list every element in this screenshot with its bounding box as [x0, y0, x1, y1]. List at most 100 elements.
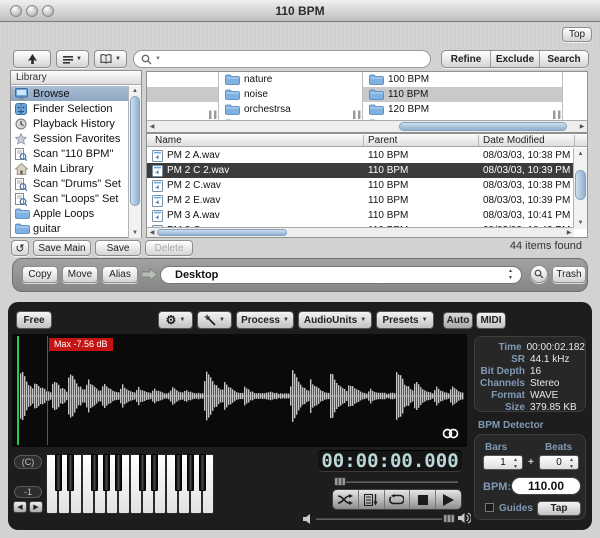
refine-button[interactable]: Refine — [442, 51, 490, 67]
guides-checkbox[interactable] — [485, 503, 494, 512]
header-divider[interactable] — [363, 135, 364, 146]
piano-black-key[interactable] — [55, 454, 62, 491]
browser-folder-nature[interactable]: nature — [219, 72, 362, 87]
search-input[interactable]: ▼ — [133, 50, 431, 68]
file-list-horizontal-scrollbar[interactable]: ◀ ▶ — [147, 227, 574, 237]
column-resize-handle[interactable]: ▌▌ — [209, 112, 219, 119]
exclude-button[interactable]: Exclude — [490, 51, 539, 67]
browser-folder-110-bpm[interactable]: 110 BPM — [363, 87, 562, 102]
close-window-icon[interactable] — [10, 5, 22, 17]
browser-folder-noise[interactable]: noise — [219, 87, 362, 102]
process-button[interactable]: Process ▼ — [236, 311, 294, 329]
sidebar-item-item[interactable] — [11, 236, 128, 238]
file-row-pm-2-c-wav[interactable]: PM 2 C.wav110 BPM08/03/03, 10:38 PM — [147, 178, 574, 193]
minimize-window-icon[interactable] — [26, 5, 38, 17]
sidebar-item-scan-loops-set[interactable]: Scan "Loops" Set — [11, 191, 128, 206]
scroll-down-icon[interactable]: ▼ — [574, 219, 587, 227]
scroll-up-icon[interactable]: ▲ — [574, 150, 587, 158]
shuffle-button[interactable] — [333, 490, 358, 509]
browser-row-empty[interactable] — [147, 72, 218, 87]
stereo-channels-icon[interactable] — [442, 428, 459, 439]
refresh-button[interactable]: ↺ — [11, 240, 29, 256]
piano-black-key[interactable] — [187, 454, 194, 491]
waveform-display[interactable]: Max -7.56 dB — [12, 334, 467, 447]
file-row-pm-2-c-2-wav[interactable]: PM 2 C 2.wav110 BPM08/03/03, 10:39 PM — [147, 163, 574, 178]
scroll-right-icon[interactable]: ▶ — [564, 228, 574, 237]
file-list-scrollbar[interactable]: ▲ ▼ — [573, 148, 587, 229]
sidebar-item-finder-selection[interactable]: Finder Selection — [11, 101, 128, 116]
playhead-marker[interactable] — [17, 336, 19, 445]
sidebar-item-playback-history[interactable]: Playback History — [11, 116, 128, 131]
sidebar-item-scan-drums-set[interactable]: Scan "Drums" Set — [11, 176, 128, 191]
search-button[interactable]: Search — [539, 51, 588, 67]
sidebar-item-main-library[interactable]: Main Library — [11, 161, 128, 176]
pointer-up-button[interactable] — [13, 50, 51, 68]
presets-button[interactable]: Presets ▼ — [376, 311, 434, 329]
browser-horizontal-scrollbar[interactable]: ◀ ▶ — [147, 120, 587, 132]
header-divider[interactable] — [478, 135, 479, 146]
delete-button[interactable]: Delete — [145, 240, 193, 256]
sidebar-item-guitar[interactable]: guitar — [11, 221, 128, 236]
volume-slider[interactable] — [316, 518, 442, 520]
scrollbar-thumb[interactable] — [157, 229, 287, 236]
bpm-field[interactable]: 110.00 — [511, 477, 581, 495]
file-row-pm-3-a-wav[interactable]: PM 3 A.wav110 BPM08/03/03, 10:41 PM — [147, 208, 574, 223]
midi-button[interactable]: MIDI — [476, 312, 506, 329]
audiounits-button[interactable]: AudioUnits ▼ — [298, 311, 372, 329]
bars-stepper[interactable]: 1 ▲▼ — [483, 455, 523, 470]
browser-row-empty[interactable] — [147, 102, 218, 117]
column-header-date-modified[interactable]: Date Modified — [483, 134, 545, 147]
free-button[interactable]: Free — [16, 311, 52, 329]
stop-button[interactable] — [409, 490, 435, 509]
playlist-button[interactable] — [358, 490, 384, 509]
sidebar-item-session-favorites[interactable]: Session Favorites — [11, 131, 128, 146]
piano-black-key[interactable] — [91, 454, 98, 491]
column-header-parent[interactable]: Parent — [368, 134, 397, 147]
copy-button[interactable]: Copy — [22, 266, 58, 283]
alias-button[interactable]: Alias — [102, 266, 138, 283]
file-row-pm-2-a-wav[interactable]: PM 2 A.wav110 BPM08/03/03, 10:38 PM — [147, 148, 574, 163]
save-main-button[interactable]: Save Main — [33, 240, 91, 256]
tools-button[interactable]: ▼ — [197, 311, 232, 329]
view-list-button[interactable]: ▼ — [56, 50, 89, 68]
browser-column-1[interactable] — [147, 72, 218, 122]
piano-black-key[interactable] — [103, 454, 110, 491]
scrollbar-thumb[interactable] — [130, 96, 140, 206]
save-button[interactable]: Save — [95, 240, 141, 256]
trash-button[interactable]: Trash — [552, 266, 586, 283]
scrollbar-thumb[interactable] — [575, 170, 586, 200]
scroll-left-icon[interactable]: ◀ — [147, 121, 157, 132]
scroll-down-icon[interactable]: ▼ — [129, 229, 141, 237]
piano-black-key[interactable] — [67, 454, 74, 491]
sidebar-item-scan-110-bpm[interactable]: Scan "110 BPM" — [11, 146, 128, 161]
piano-black-key[interactable] — [151, 454, 158, 491]
browser-folder-120-bpm[interactable]: 120 BPM — [363, 102, 562, 117]
top-button[interactable]: Top — [562, 27, 592, 42]
piano-black-key[interactable] — [199, 454, 206, 491]
column-resize-handle[interactable]: ▌▌ — [553, 112, 563, 119]
sidebar-item-browse[interactable]: Browse — [11, 86, 128, 101]
browser-folder-100-bpm[interactable]: 100 BPM — [363, 72, 562, 87]
browser-folder-orchestrsa[interactable]: orchestrsa — [219, 102, 362, 117]
volume-slider-thumb[interactable] — [443, 514, 455, 523]
column-resize-handle[interactable]: ▌▌ — [353, 112, 363, 119]
octave-up-button[interactable]: ▶ — [29, 501, 43, 513]
sidebar-scrollbar[interactable]: ▲ ▼ — [128, 86, 141, 238]
beats-stepper[interactable]: 0 ▲▼ — [539, 455, 579, 470]
key-reference-button[interactable]: (C) — [14, 455, 42, 469]
browser-row-empty-selected[interactable] — [147, 87, 218, 102]
file-row-pm-2-e-wav[interactable]: PM 2 E.wav110 BPM08/03/03, 10:39 PM — [147, 193, 574, 208]
piano-black-key[interactable] — [175, 454, 182, 491]
piano-black-key[interactable] — [139, 454, 146, 491]
auto-toggle-button[interactable]: Auto — [443, 312, 473, 329]
piano-black-key[interactable] — [115, 454, 122, 491]
loop-button[interactable] — [384, 490, 410, 509]
scrub-slider[interactable] — [334, 481, 458, 483]
column-header-name[interactable]: Name — [155, 134, 182, 147]
octave-down-button[interactable]: ◀ — [13, 501, 27, 513]
sidebar-item-apple-loops[interactable]: Apple Loops — [11, 206, 128, 221]
scroll-left-icon[interactable]: ◀ — [147, 228, 157, 237]
scroll-up-icon[interactable]: ▲ — [129, 87, 141, 95]
play-button[interactable] — [435, 490, 461, 509]
scroll-right-icon[interactable]: ▶ — [577, 121, 587, 132]
